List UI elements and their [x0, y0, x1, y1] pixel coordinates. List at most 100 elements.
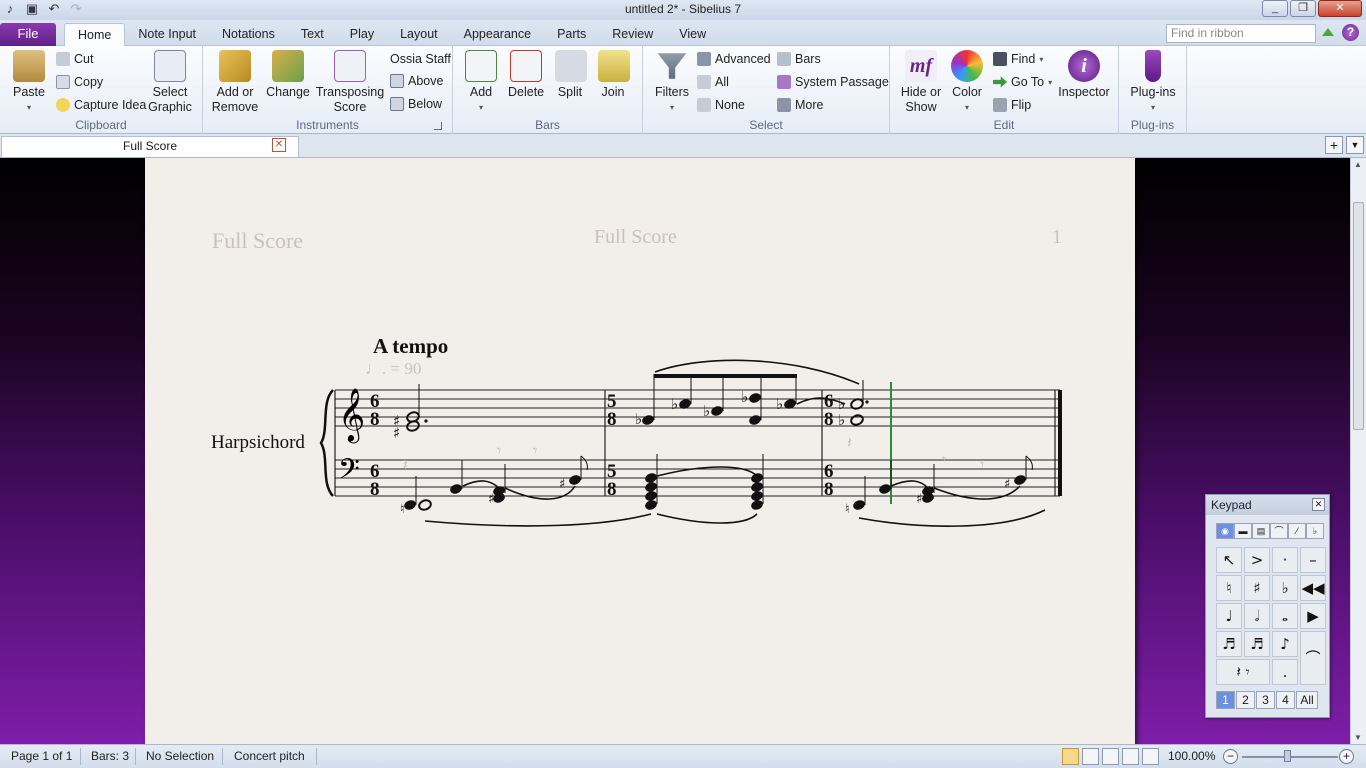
- add-bar-button[interactable]: Add ▾: [465, 50, 497, 115]
- advanced-select-button[interactable]: Advanced: [697, 52, 771, 66]
- tab-play[interactable]: Play: [337, 23, 387, 46]
- find-in-ribbon-input[interactable]: Find in ribbon: [1166, 24, 1316, 43]
- new-tab-button[interactable]: +: [1325, 136, 1343, 154]
- eighth-note-icon[interactable]: ♪: [1272, 631, 1298, 657]
- keypad-tab-beams[interactable]: ▤: [1252, 523, 1270, 539]
- capture-idea-button[interactable]: Capture Idea: [56, 98, 146, 112]
- tenuto-icon[interactable]: –: [1300, 547, 1326, 573]
- filters-button[interactable]: Filters ▾: [655, 50, 689, 115]
- rewind-icon[interactable]: ◀◀: [1300, 575, 1326, 601]
- voice-4-button[interactable]: 4: [1276, 691, 1295, 709]
- quarter-note-icon[interactable]: ♩: [1216, 603, 1242, 629]
- select-more-button[interactable]: More: [777, 98, 823, 112]
- pointer-icon[interactable]: ↖: [1216, 547, 1242, 573]
- tab-full-score[interactable]: Full Score: [1, 136, 299, 157]
- score-page[interactable]: Full Score Full Score 1 A tempo ♩. = 90 …: [145, 158, 1135, 744]
- music-notation[interactable]: 𝄞 𝄢 68 68 58 58 68 68 ♯ ♯ ♯ ♯ ♮ ♭ ♭ ♭ ♭ …: [145, 158, 1135, 744]
- tie-icon[interactable]: ⌒: [1300, 631, 1326, 685]
- panorama-view-icon[interactable]: [1102, 748, 1119, 765]
- sharp-icon[interactable]: ♯: [1244, 575, 1270, 601]
- whole-note-icon[interactable]: 𝅝: [1272, 603, 1298, 629]
- zoom-in-icon[interactable]: +: [1339, 749, 1354, 764]
- go-to-button[interactable]: Go To ▾: [993, 75, 1052, 89]
- dialog-launcher-icon[interactable]: [434, 122, 442, 130]
- minimize-ribbon-icon[interactable]: [1322, 28, 1334, 36]
- voice-1-button[interactable]: 1: [1216, 691, 1235, 709]
- draft-view-icon[interactable]: [1122, 748, 1139, 765]
- help-icon[interactable]: ?: [1342, 24, 1359, 41]
- select-none-button[interactable]: None: [697, 98, 745, 112]
- scroll-down-icon[interactable]: ▼: [1354, 733, 1362, 742]
- add-remove-instruments-button[interactable]: Add or Remove: [211, 50, 259, 115]
- staccato-icon[interactable]: ·: [1272, 547, 1298, 573]
- score-workspace[interactable]: Full Score Full Score 1 A tempo ♩. = 90 …: [0, 158, 1350, 744]
- split-bar-button[interactable]: Split: [555, 50, 587, 100]
- flat-icon[interactable]: ♭: [1272, 575, 1298, 601]
- sixteenth-note-icon[interactable]: ♬: [1216, 631, 1242, 657]
- voice-2-button[interactable]: 2: [1236, 691, 1255, 709]
- keypad-tab-tremolo[interactable]: ⁄: [1288, 523, 1306, 539]
- tab-menu-button[interactable]: ▼: [1346, 136, 1364, 154]
- print-preview-icon[interactable]: [1142, 748, 1159, 765]
- find-button[interactable]: Find ▾: [993, 52, 1043, 66]
- zoom-slider-thumb[interactable]: [1284, 750, 1291, 762]
- tab-appearance[interactable]: Appearance: [451, 23, 544, 46]
- select-all-button[interactable]: All: [697, 75, 729, 89]
- page-view-icon[interactable]: [1062, 748, 1079, 765]
- tab-layout[interactable]: Layout: [387, 23, 451, 46]
- minimize-button[interactable]: _: [1262, 0, 1288, 17]
- system-passage-button[interactable]: System Passage: [777, 75, 889, 89]
- scroll-up-icon[interactable]: ▲: [1354, 160, 1362, 169]
- paste-button[interactable]: Paste ▾: [10, 50, 48, 115]
- maximize-button[interactable]: ❐: [1290, 0, 1316, 17]
- keypad-tab-accidentals[interactable]: ♭: [1306, 523, 1324, 539]
- keypad-panel[interactable]: Keypad ✕ ◉ ▬ ▤ ⌒ ⁄ ♭ ↖ > · – ♮ ♯ ♭ ◀◀ ♩ …: [1205, 494, 1330, 718]
- play-icon[interactable]: ▶: [1300, 603, 1326, 629]
- select-bars-button[interactable]: Bars: [777, 52, 821, 66]
- ossia-below-button[interactable]: Below: [390, 97, 442, 111]
- ossia-above-button[interactable]: Above: [390, 74, 443, 88]
- select-graphic-button[interactable]: Select Graphic: [147, 50, 193, 115]
- join-bar-button[interactable]: Join: [598, 50, 630, 100]
- half-note-icon[interactable]: 𝅗𝅥: [1244, 603, 1270, 629]
- hide-show-button[interactable]: mf Hide or Show: [898, 50, 944, 115]
- inspector-button[interactable]: i Inspector: [1056, 50, 1112, 100]
- keypad-close-icon[interactable]: ✕: [1312, 498, 1325, 511]
- flip-button[interactable]: Flip: [993, 98, 1031, 112]
- keypad-tab-common[interactable]: ◉: [1216, 523, 1234, 539]
- change-instrument-button[interactable]: Change: [265, 50, 311, 100]
- plugins-button[interactable]: Plug-ins ▾: [1127, 50, 1179, 115]
- scroll-thumb[interactable]: [1353, 202, 1364, 430]
- rest-icon[interactable]: 𝄽 𝄾: [1216, 659, 1270, 685]
- color-button[interactable]: Color ▾: [950, 50, 984, 115]
- cut-button[interactable]: Cut: [56, 52, 93, 66]
- tab-file[interactable]: File: [0, 23, 56, 46]
- barlines: [334, 390, 1056, 496]
- tab-home[interactable]: Home: [64, 23, 126, 46]
- voice-all-button[interactable]: All: [1296, 691, 1318, 709]
- delete-bar-button[interactable]: Delete: [508, 50, 544, 100]
- tab-parts[interactable]: Parts: [544, 23, 599, 46]
- keypad-tab-notes[interactable]: ▬: [1234, 523, 1252, 539]
- spreads-view-icon[interactable]: [1082, 748, 1099, 765]
- zoom-out-icon[interactable]: −: [1223, 749, 1238, 764]
- tab-review[interactable]: Review: [599, 23, 666, 46]
- keypad-tab-ties[interactable]: ⌒: [1270, 523, 1288, 539]
- tab-note-input[interactable]: Note Input: [125, 23, 209, 46]
- tab-notations[interactable]: Notations: [209, 23, 288, 46]
- dot-icon[interactable]: .: [1272, 659, 1298, 685]
- natural-icon[interactable]: ♮: [1216, 575, 1242, 601]
- transposing-score-button[interactable]: Transposing Score: [315, 50, 385, 115]
- select-none-icon: [697, 98, 711, 112]
- vertical-scrollbar[interactable]: ▲ ▼: [1350, 158, 1366, 744]
- accent-icon[interactable]: >: [1244, 547, 1270, 573]
- close-button[interactable]: ✕: [1318, 0, 1362, 17]
- voice-3-button[interactable]: 3: [1256, 691, 1275, 709]
- copy-button[interactable]: Copy: [56, 75, 103, 89]
- tab-text[interactable]: Text: [288, 23, 337, 46]
- tab-view[interactable]: View: [666, 23, 719, 46]
- status-concert-pitch[interactable]: Concert pitch: [234, 749, 305, 763]
- close-tab-icon[interactable]: ✕: [272, 138, 286, 152]
- time-signatures: 68 68 58 58 68 68: [370, 391, 834, 500]
- thirtysecond-note-icon[interactable]: ♬: [1244, 631, 1270, 657]
